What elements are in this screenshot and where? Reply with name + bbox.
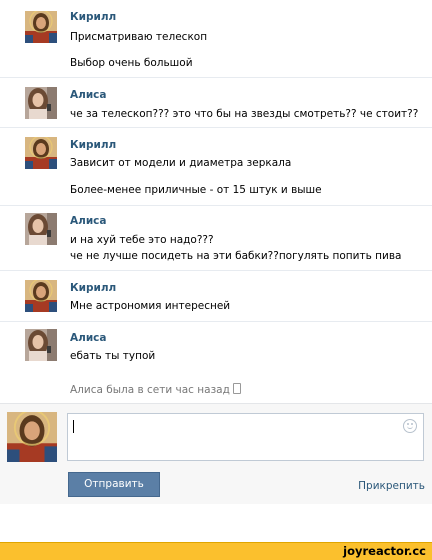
- divider: [0, 321, 432, 322]
- avatar[interactable]: [7, 412, 57, 462]
- message-author[interactable]: Кирилл: [70, 11, 116, 23]
- message-input[interactable]: [67, 413, 424, 461]
- avatar[interactable]: [25, 213, 57, 245]
- message-text: Зависит от модели и диаметра зеркала: [70, 157, 292, 169]
- message-text: ебать ты тупой: [70, 350, 156, 362]
- divider: [0, 270, 432, 271]
- message-text: и на хуй тебе это надо???: [70, 234, 214, 246]
- send-button[interactable]: Отправить: [68, 472, 160, 497]
- message-text: Выбор очень большой: [70, 57, 193, 69]
- avatar[interactable]: [25, 11, 57, 43]
- mobile-phone-icon: [232, 383, 241, 394]
- message-text: че за телескоп??? это что бы на звезды с…: [70, 108, 419, 120]
- message-text: че не лучше посидеть на эти бабки??погул…: [70, 250, 402, 262]
- message-author[interactable]: Кирилл: [70, 282, 116, 294]
- message-text: Более-менее приличные - от 15 штук и выш…: [70, 184, 322, 196]
- avatar[interactable]: [25, 137, 57, 169]
- avatar[interactable]: [25, 87, 57, 119]
- avatar[interactable]: [25, 280, 57, 312]
- watermark-text: joyreactor.cc: [343, 544, 426, 558]
- message-text: Мне астрономия интересней: [70, 300, 231, 312]
- attach-link[interactable]: Прикрепить: [358, 480, 425, 492]
- divider: [0, 77, 432, 78]
- text-caret: [73, 420, 74, 433]
- message-author[interactable]: Алиса: [70, 215, 106, 227]
- divider: [0, 205, 432, 206]
- online-status-text: Алиса была в сети час назад: [70, 384, 230, 396]
- smile-icon[interactable]: [403, 419, 417, 433]
- message-author[interactable]: Кирилл: [70, 139, 116, 151]
- divider: [0, 127, 432, 128]
- watermark-bar: joyreactor.cc: [0, 542, 432, 560]
- message-author[interactable]: Алиса: [70, 332, 106, 344]
- message-text: Присматриваю телескоп: [70, 31, 208, 43]
- message-author[interactable]: Алиса: [70, 89, 106, 101]
- online-status: Алиса была в сети час назад: [70, 383, 241, 396]
- avatar[interactable]: [25, 329, 57, 361]
- message-composer: Отправить Прикрепить: [0, 403, 432, 504]
